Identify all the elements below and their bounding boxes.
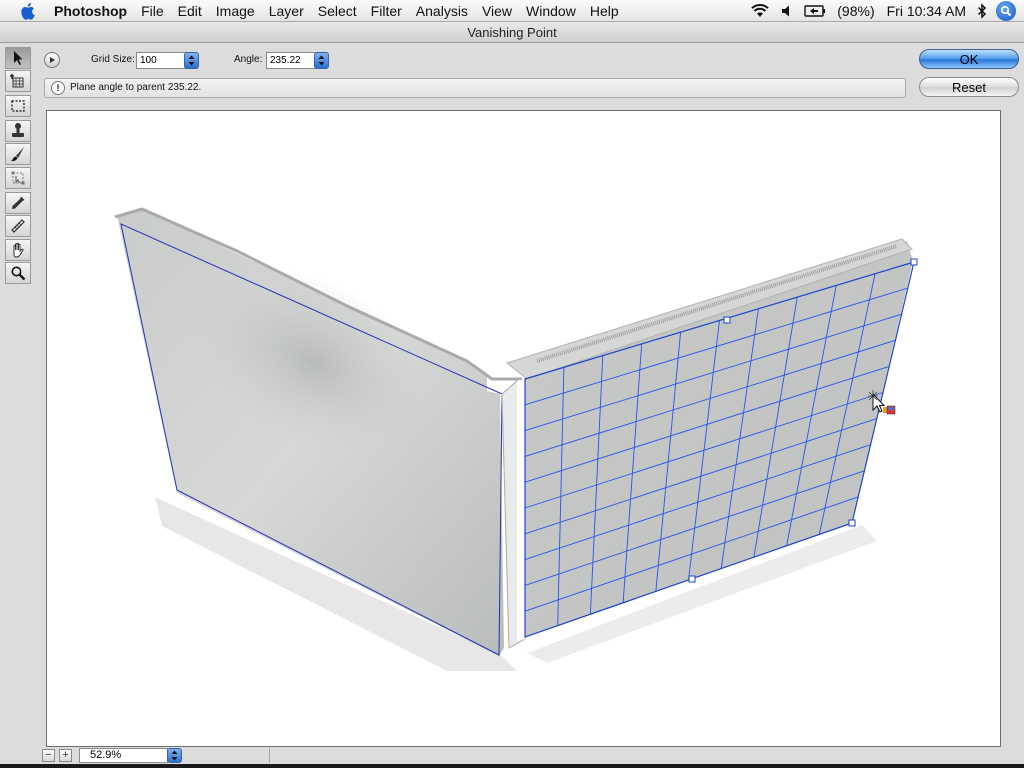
window-title-bar: Vanishing Point — [0, 22, 1024, 43]
menu-layer[interactable]: Layer — [262, 0, 311, 22]
horizontal-scroll-area[interactable] — [269, 748, 1024, 763]
zoom-tool-icon[interactable] — [5, 262, 31, 284]
spotlight-icon[interactable] — [996, 1, 1016, 21]
volume-icon[interactable] — [775, 0, 799, 22]
window-title: Vanishing Point — [467, 25, 557, 40]
measure-tool-icon[interactable] — [5, 215, 31, 237]
edge-handle-top[interactable] — [723, 316, 731, 324]
message-bar: ! Plane angle to parent 235.22. — [44, 78, 906, 98]
menu-help[interactable]: Help — [583, 0, 626, 22]
zoom-stepper-icon[interactable] — [167, 748, 182, 763]
bluetooth-icon[interactable] — [972, 0, 992, 22]
corner-handle-top-right[interactable] — [910, 258, 918, 266]
vertical-scroll-area — [1006, 110, 1024, 747]
ok-button[interactable]: OK — [919, 49, 1019, 69]
battery-icon[interactable] — [799, 0, 831, 22]
canvas-image[interactable] — [47, 111, 1002, 748]
marquee-tool-icon[interactable] — [5, 95, 31, 117]
zoom-bar: − + 52.9% — [36, 747, 1024, 764]
angle-label: Angle: — [234, 54, 263, 65]
hand-tool-icon[interactable] — [5, 239, 31, 261]
brush-tool-icon[interactable] — [5, 143, 31, 165]
status-message: Plane angle to parent 235.22. — [70, 82, 202, 93]
grid-size-label: Grid Size: — [91, 54, 135, 65]
menu-image[interactable]: Image — [209, 0, 262, 22]
menu-window[interactable]: Window — [519, 0, 583, 22]
menu-bar: Photoshop File Edit Image Layer Select F… — [0, 0, 1024, 22]
menu-app-name[interactable]: Photoshop — [50, 0, 134, 22]
options-bar: Grid Size: 100 Angle: 235.22 — [36, 44, 916, 76]
transform-tool-icon[interactable] — [5, 167, 31, 189]
edit-plane-tool-icon[interactable] — [5, 47, 31, 69]
tool-options-play-icon[interactable] — [44, 52, 60, 68]
apple-icon[interactable] — [18, 0, 40, 22]
create-plane-tool-icon[interactable] — [5, 70, 31, 92]
menu-file[interactable]: File — [134, 0, 171, 22]
hinge-highlight — [517, 379, 525, 641]
tool-palette — [5, 47, 32, 287]
angle-input[interactable]: 235.22 — [266, 52, 321, 69]
vanishing-point-canvas[interactable] — [46, 110, 1001, 747]
screen-bottom-edge — [0, 764, 1024, 768]
menu-view[interactable]: View — [475, 0, 519, 22]
zoom-level-input[interactable]: 52.9% — [79, 748, 168, 763]
zoom-out-button[interactable]: − — [42, 749, 55, 762]
info-warning-icon: ! — [51, 81, 65, 95]
clock[interactable]: Fri 10:34 AM — [881, 0, 972, 22]
wifi-icon[interactable] — [745, 0, 775, 22]
eyedropper-tool-icon[interactable] — [5, 192, 31, 214]
battery-percent: (98%) — [837, 3, 875, 19]
grid-size-input[interactable]: 100 — [136, 52, 191, 69]
menu-filter[interactable]: Filter — [364, 0, 409, 22]
zoom-in-button[interactable]: + — [59, 749, 72, 762]
edge-handle-bottom[interactable] — [688, 575, 696, 583]
grid-size-stepper-icon[interactable] — [184, 52, 199, 69]
menu-edit[interactable]: Edit — [171, 0, 209, 22]
angle-stepper-icon[interactable] — [314, 52, 329, 69]
stamp-tool-icon[interactable] — [5, 120, 31, 142]
reset-button[interactable]: Reset — [919, 77, 1019, 97]
menu-analysis[interactable]: Analysis — [409, 0, 475, 22]
corner-handle-bottom-right[interactable] — [848, 519, 856, 527]
menu-select[interactable]: Select — [311, 0, 364, 22]
